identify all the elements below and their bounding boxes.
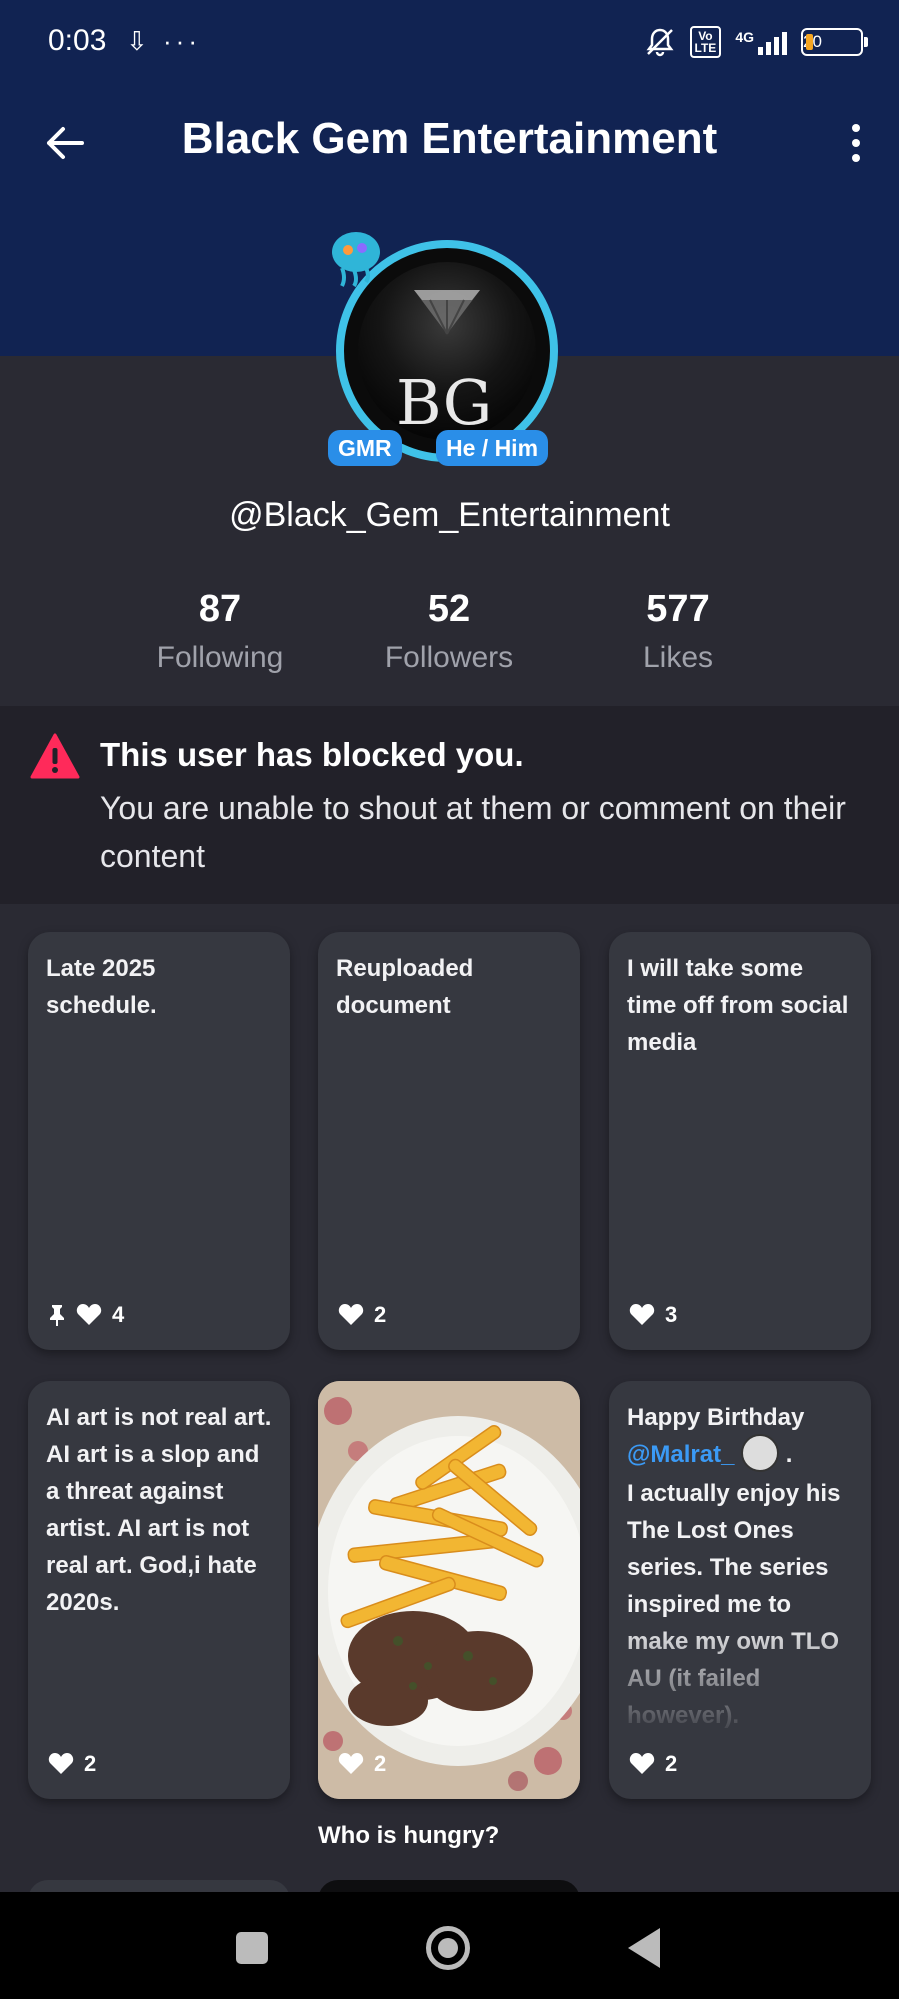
profile-avatar[interactable]: BG GMR He / Him bbox=[328, 232, 558, 466]
top-app-bar: Black Gem Entertainment bbox=[0, 100, 899, 190]
blocked-title: This user has blocked you. bbox=[100, 736, 524, 773]
post-likes: 2 bbox=[338, 1302, 386, 1328]
like-count: 2 bbox=[84, 1751, 97, 1776]
stat-label: Following bbox=[156, 641, 284, 674]
post-likes: 2 bbox=[338, 1751, 386, 1777]
post-likes: 2 bbox=[629, 1751, 677, 1777]
network-type: 4G bbox=[735, 29, 754, 45]
post-card[interactable]: Late 2025 schedule. 4 bbox=[28, 932, 290, 1350]
status-bar: 0:03 ⇩ ··· Vo LTE 4G 20 bbox=[0, 0, 899, 84]
blocked-notice: This user has blocked you. You are unabl… bbox=[0, 706, 899, 904]
system-back-button[interactable] bbox=[628, 1928, 660, 1968]
home-button[interactable] bbox=[426, 1926, 470, 1970]
heart-icon[interactable] bbox=[48, 1752, 74, 1776]
post-card[interactable]: Happy Birthday @Malrat_ . I actually enj… bbox=[609, 1381, 871, 1799]
post-card-photo[interactable]: 2 bbox=[318, 1381, 580, 1799]
stat-value: 577 bbox=[646, 588, 710, 630]
volte-icon: Vo LTE bbox=[689, 26, 722, 58]
post-card[interactable]: I will take some time off from social me… bbox=[609, 932, 871, 1350]
like-count: 4 bbox=[112, 1302, 125, 1327]
heart-icon[interactable] bbox=[629, 1752, 655, 1776]
profile-stats: 87 Following 52 Followers 577 Likes bbox=[0, 588, 899, 688]
stat-following[interactable]: 87 Following bbox=[120, 588, 320, 675]
username: @Black_Gem_Entertainment bbox=[229, 496, 670, 534]
post-text-intro: Happy Birthday bbox=[627, 1404, 805, 1431]
post-likes: 2 bbox=[48, 1751, 96, 1777]
post-card[interactable]: AI art is not real art. AI art is a slop… bbox=[28, 1381, 290, 1799]
avatar-initials: BG bbox=[396, 366, 493, 439]
food-photo bbox=[318, 1381, 580, 1799]
like-count: 2 bbox=[374, 1751, 387, 1776]
stat-value: 87 bbox=[198, 588, 242, 630]
more-options-button[interactable] bbox=[841, 118, 871, 168]
mute-icon bbox=[644, 27, 676, 57]
status-icons: Vo LTE 4G 20 bbox=[644, 24, 868, 60]
post-text: I will take some time off from social me… bbox=[627, 955, 849, 1056]
system-nav-bar bbox=[0, 1892, 899, 1999]
like-count: 2 bbox=[374, 1302, 387, 1327]
stat-value: 52 bbox=[427, 588, 471, 630]
warning-icon bbox=[30, 733, 80, 779]
post-text: AI art is not real art. AI art is a slop… bbox=[46, 1404, 272, 1616]
heart-icon[interactable] bbox=[629, 1303, 655, 1327]
stat-label: Likes bbox=[642, 641, 714, 674]
pronouns-badge: He / Him bbox=[436, 430, 549, 466]
text-fade bbox=[609, 1619, 871, 1739]
post-text: Reuploaded document bbox=[336, 955, 474, 1019]
heart-icon[interactable] bbox=[338, 1752, 364, 1776]
stat-likes[interactable]: 577 Likes bbox=[578, 588, 778, 675]
post-likes: 3 bbox=[629, 1302, 677, 1328]
blocked-message: You are unable to shout at them or comme… bbox=[100, 790, 846, 874]
user-mention[interactable]: @Malrat_ bbox=[627, 1441, 734, 1468]
signal-icon: 4G bbox=[735, 29, 787, 55]
heart-icon[interactable] bbox=[338, 1303, 364, 1327]
photo-caption: Who is hungry? bbox=[318, 1822, 500, 1849]
page-title: Black Gem Entertainment bbox=[181, 114, 718, 163]
recents-button[interactable] bbox=[236, 1932, 268, 1964]
post-card[interactable]: Reuploaded document 2 bbox=[318, 932, 580, 1350]
like-count: 3 bbox=[665, 1302, 678, 1327]
gamer-badge: GMR bbox=[328, 430, 402, 466]
notification-icons: ⇩ ··· bbox=[126, 26, 201, 56]
like-count: 2 bbox=[665, 1751, 678, 1776]
battery-icon: 20 bbox=[801, 28, 868, 56]
pin-icon bbox=[50, 1305, 64, 1326]
more-vert-icon bbox=[852, 124, 860, 132]
status-time: 0:03 bbox=[48, 24, 107, 57]
post-likes: 4 bbox=[48, 1302, 124, 1328]
mention-avatar bbox=[741, 1433, 780, 1472]
heart-icon[interactable] bbox=[76, 1303, 102, 1327]
gem-logo-icon bbox=[414, 290, 480, 335]
stat-followers[interactable]: 52 Followers bbox=[349, 588, 549, 675]
post-text: Late 2025 schedule. bbox=[46, 955, 157, 1019]
jellyfish-frame-icon bbox=[332, 232, 380, 288]
stat-label: Followers bbox=[384, 641, 514, 674]
